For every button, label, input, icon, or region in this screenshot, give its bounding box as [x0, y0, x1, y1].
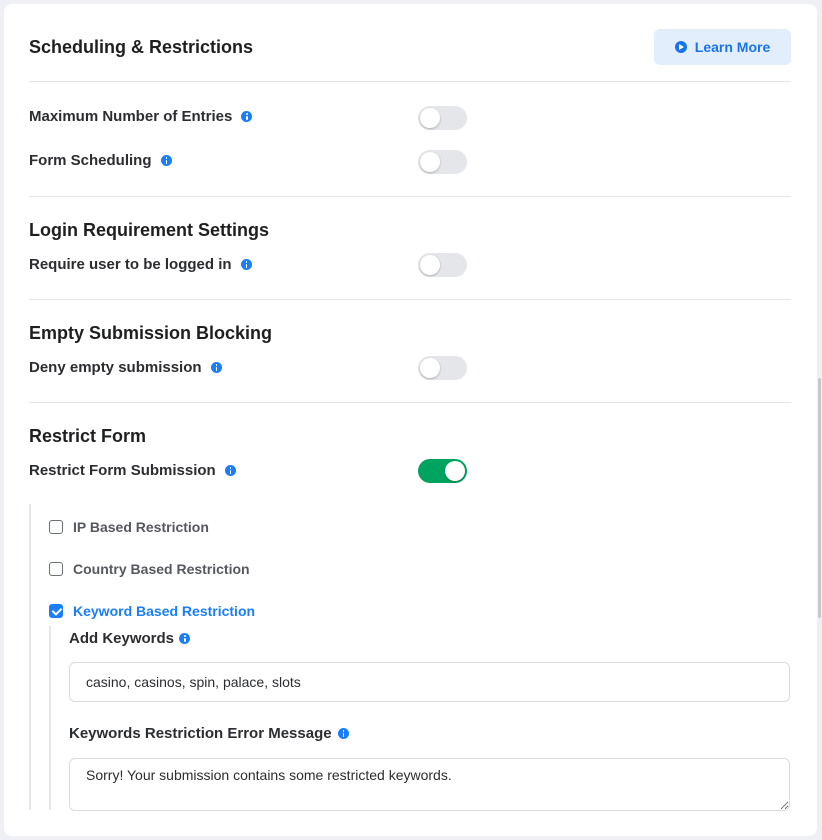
require-login-row: Require user to be logged in	[29, 256, 252, 273]
keyword-restriction-option[interactable]: Keyword Based Restriction	[49, 603, 255, 619]
deny-empty-row: Deny empty submission	[29, 359, 222, 376]
scrollbar[interactable]	[818, 378, 821, 618]
country-restriction-label: Country Based Restriction	[73, 561, 250, 577]
info-icon[interactable]	[337, 728, 349, 739]
form-scheduling-label: Form Scheduling	[29, 152, 152, 169]
error-message-textarea[interactable]: Sorry! Your submission contains some res…	[69, 758, 790, 811]
deny-empty-label: Deny empty submission	[29, 359, 202, 376]
country-restriction-option[interactable]: Country Based Restriction	[49, 561, 250, 577]
require-login-label: Require user to be logged in	[29, 256, 232, 273]
add-keywords-label: Add Keywords	[69, 630, 175, 647]
ip-restriction-checkbox[interactable]	[49, 520, 63, 534]
error-message-label: Keywords Restriction Error Message	[69, 725, 332, 742]
keyword-indent-line	[49, 626, 51, 810]
learn-more-button[interactable]: Learn More	[654, 29, 791, 65]
nested-indent-line	[29, 504, 31, 810]
info-icon[interactable]	[224, 465, 236, 476]
keyword-restriction-label: Keyword Based Restriction	[73, 603, 256, 619]
info-icon[interactable]	[241, 111, 253, 122]
divider	[29, 402, 791, 403]
divider	[29, 196, 791, 197]
ip-restriction-option[interactable]: IP Based Restriction	[49, 519, 209, 535]
empty-submission-header: Empty Submission Blocking	[29, 323, 272, 344]
restrict-form-title: Restrict Form	[29, 426, 147, 446]
require-login-toggle[interactable]	[418, 253, 467, 277]
keyword-restriction-checkbox[interactable]	[49, 604, 63, 618]
max-entries-toggle[interactable]	[418, 106, 467, 130]
page-title: Scheduling & Restrictions	[29, 37, 254, 57]
restrict-submission-toggle[interactable]	[418, 459, 467, 483]
info-icon[interactable]	[179, 633, 191, 644]
country-restriction-checkbox[interactable]	[49, 562, 63, 576]
restrict-form-header: Restrict Form	[29, 426, 146, 447]
login-section-header: Login Requirement Settings	[29, 220, 269, 241]
login-section-title: Login Requirement Settings	[29, 220, 270, 240]
keywords-input[interactable]	[69, 662, 790, 702]
info-icon[interactable]	[210, 362, 222, 373]
max-entries-row: Maximum Number of Entries	[29, 108, 253, 125]
error-message-row: Keywords Restriction Error Message	[69, 725, 349, 742]
info-icon[interactable]	[160, 155, 172, 166]
ip-restriction-label: IP Based Restriction	[73, 519, 209, 535]
restrict-submission-label: Restrict Form Submission	[29, 462, 216, 479]
divider	[29, 81, 791, 82]
empty-submission-title: Empty Submission Blocking	[29, 323, 273, 343]
deny-empty-toggle[interactable]	[418, 356, 467, 380]
form-scheduling-toggle[interactable]	[418, 150, 467, 174]
restrict-submission-row: Restrict Form Submission	[29, 462, 236, 479]
learn-more-label: Learn More	[694, 39, 771, 55]
add-keywords-row: Add Keywords	[69, 630, 191, 647]
form-scheduling-row: Form Scheduling	[29, 152, 172, 169]
section-header: Scheduling & Restrictions	[29, 37, 253, 58]
info-icon[interactable]	[240, 259, 252, 270]
settings-card: Scheduling & Restrictions Learn More Max…	[4, 4, 817, 836]
max-entries-label: Maximum Number of Entries	[29, 108, 233, 125]
divider	[29, 299, 791, 300]
play-icon	[674, 41, 687, 53]
